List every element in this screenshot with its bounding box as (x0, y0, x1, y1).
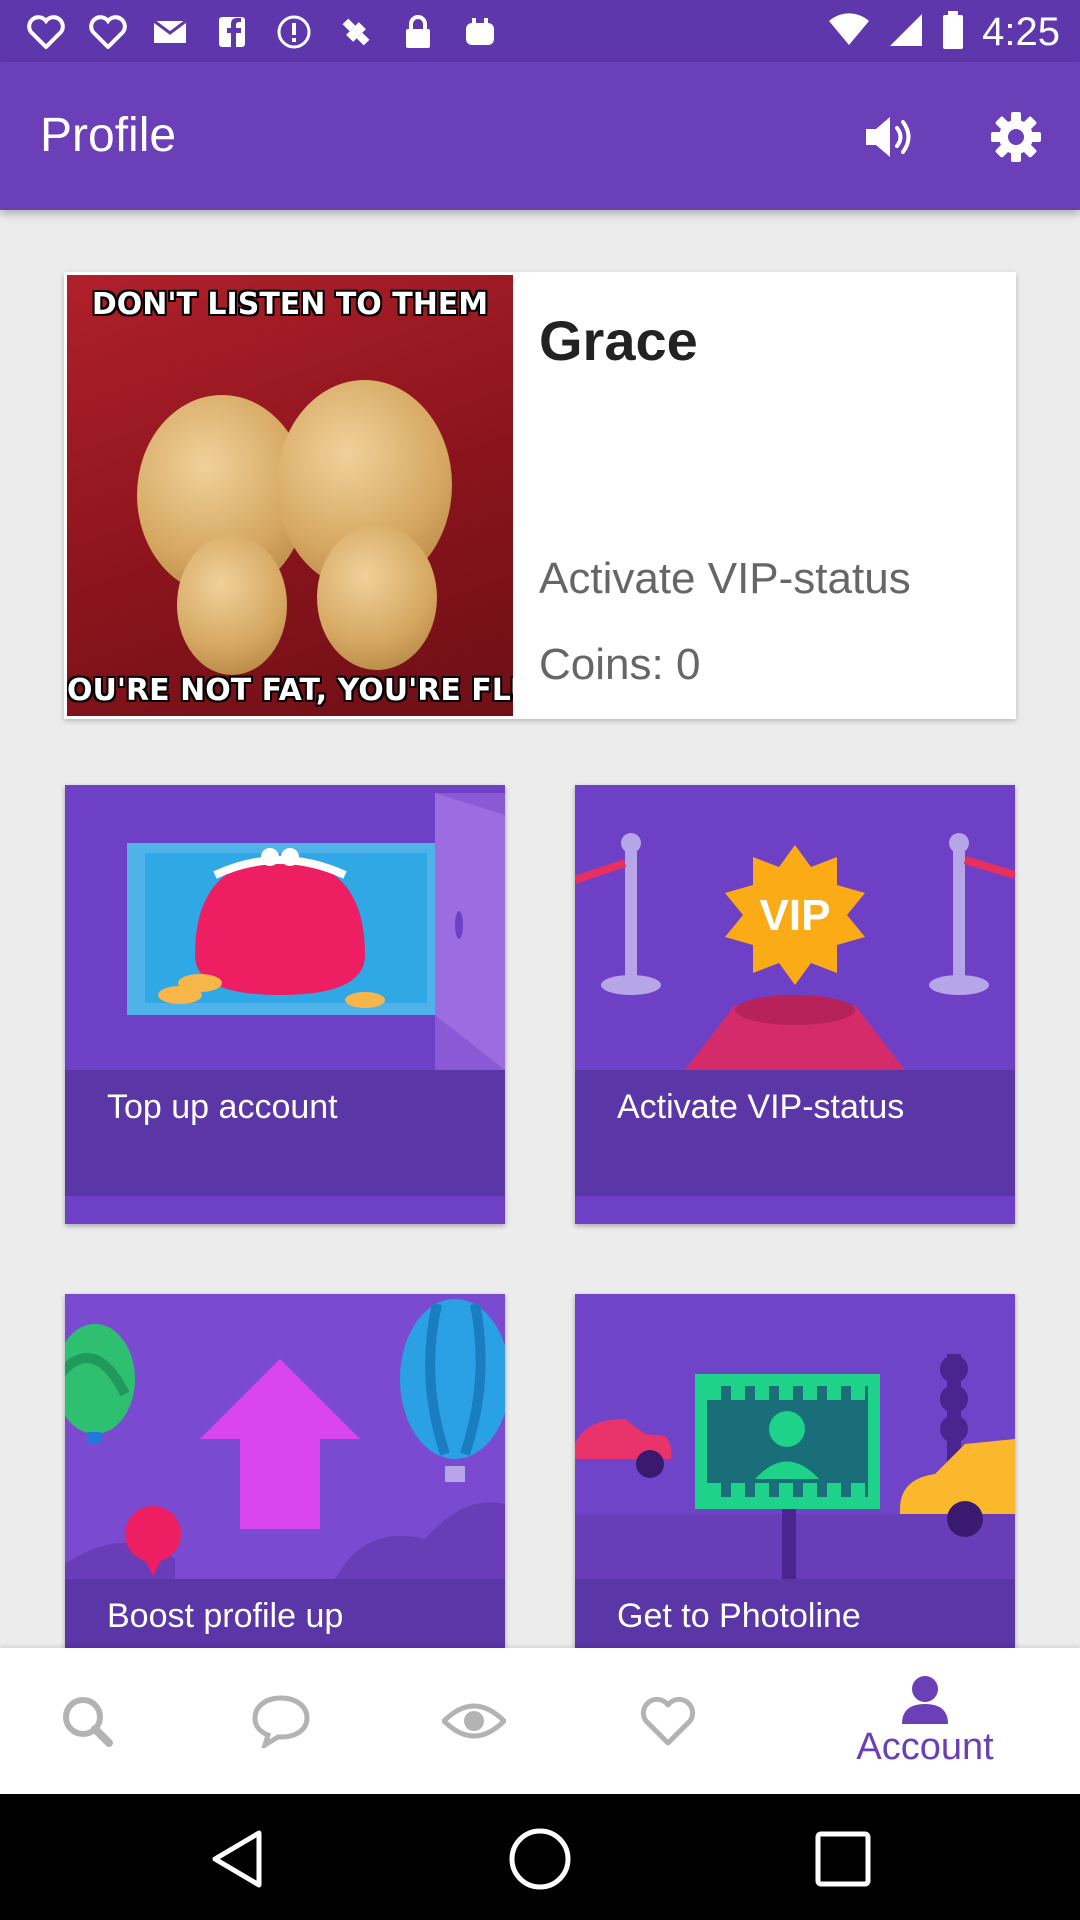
purse-icon (65, 785, 505, 1070)
wifi-icon (828, 13, 870, 52)
heart-icon (640, 1696, 696, 1746)
back-icon (212, 1830, 262, 1888)
vip-status-link[interactable]: Activate VIP-status (539, 554, 911, 604)
arrow-up-icon (65, 1294, 505, 1579)
kitten-left-body (177, 535, 287, 675)
profile-card: DON'T LISTEN TO THEM OU'RE NOT FAT, YOU'… (64, 272, 1016, 719)
kitten-right-body (317, 525, 437, 670)
tile-label: Activate VIP-status (617, 1088, 905, 1126)
vip-badge-icon: VIP (575, 785, 1015, 1070)
battery-icon (942, 11, 964, 54)
home-icon (509, 1828, 571, 1890)
fake-gps-icon (336, 12, 376, 52)
system-navigation-bar (0, 1794, 1080, 1920)
profile-photo[interactable]: DON'T LISTEN TO THEM OU'RE NOT FAT, YOU'… (67, 275, 513, 716)
top-up-account-tile[interactable]: Top up account (65, 785, 505, 1224)
back-button[interactable] (202, 1824, 272, 1894)
mail-icon (150, 12, 190, 52)
nav-views[interactable] (434, 1648, 514, 1794)
boost-profile-tile[interactable]: Boost profile up (65, 1294, 505, 1648)
volume-button[interactable] (855, 102, 925, 172)
volume-icon (866, 117, 911, 157)
nav-chat[interactable] (241, 1648, 321, 1794)
tile-label: Boost profile up (107, 1597, 344, 1635)
heart-outline-icon (26, 12, 66, 52)
chat-icon (252, 1695, 310, 1748)
eye-icon (442, 1703, 506, 1739)
app-bar: Profile (0, 62, 1080, 210)
nav-search[interactable] (47, 1648, 127, 1794)
photoline-tile[interactable]: Get to Photoline (575, 1294, 1015, 1648)
account-icon (902, 1675, 948, 1724)
tile-label-bar: Top up account (65, 1070, 505, 1196)
tile-label: Top up account (107, 1088, 338, 1126)
app-icon (460, 12, 500, 52)
status-bar: 4:25 (0, 0, 1080, 62)
signal-icon (888, 12, 924, 53)
vip-badge-text: VIP (760, 891, 831, 940)
photo-caption-bottom: OU'RE NOT FAT, YOU'RE FLUFF (67, 673, 513, 708)
bottom-navigation: Account (0, 1648, 1080, 1794)
tile-label-bar: Activate VIP-status (575, 1070, 1015, 1196)
info-icon (274, 12, 314, 52)
page-title: Profile (40, 109, 177, 162)
photo-billboard-icon (575, 1294, 1015, 1579)
lock-icon (398, 12, 438, 52)
heart-outline-icon (88, 12, 128, 52)
home-button[interactable] (505, 1824, 575, 1894)
tile-label: Get to Photoline (617, 1597, 861, 1635)
nav-account-label: Account (856, 1725, 994, 1768)
clock: 4:25 (982, 10, 1060, 54)
tile-label-bar: Boost profile up (65, 1579, 505, 1648)
search-icon (63, 1697, 113, 1747)
recent-apps-button[interactable] (808, 1824, 878, 1894)
notification-icons (26, 12, 500, 52)
activate-vip-tile[interactable]: VIP Activate VIP-status (575, 785, 1015, 1224)
tile-label-bar: Get to Photoline (575, 1579, 1015, 1648)
recent-apps-icon (815, 1831, 871, 1887)
settings-icon (991, 112, 1041, 162)
photo-caption-top: DON'T LISTEN TO THEM (91, 287, 489, 322)
coins-count: Coins: 0 (539, 640, 701, 689)
facebook-icon (212, 12, 252, 52)
settings-button[interactable] (981, 102, 1051, 172)
nav-likes[interactable] (628, 1648, 708, 1794)
nav-account[interactable]: Account (830, 1648, 1020, 1794)
profile-name: Grace (539, 309, 698, 372)
